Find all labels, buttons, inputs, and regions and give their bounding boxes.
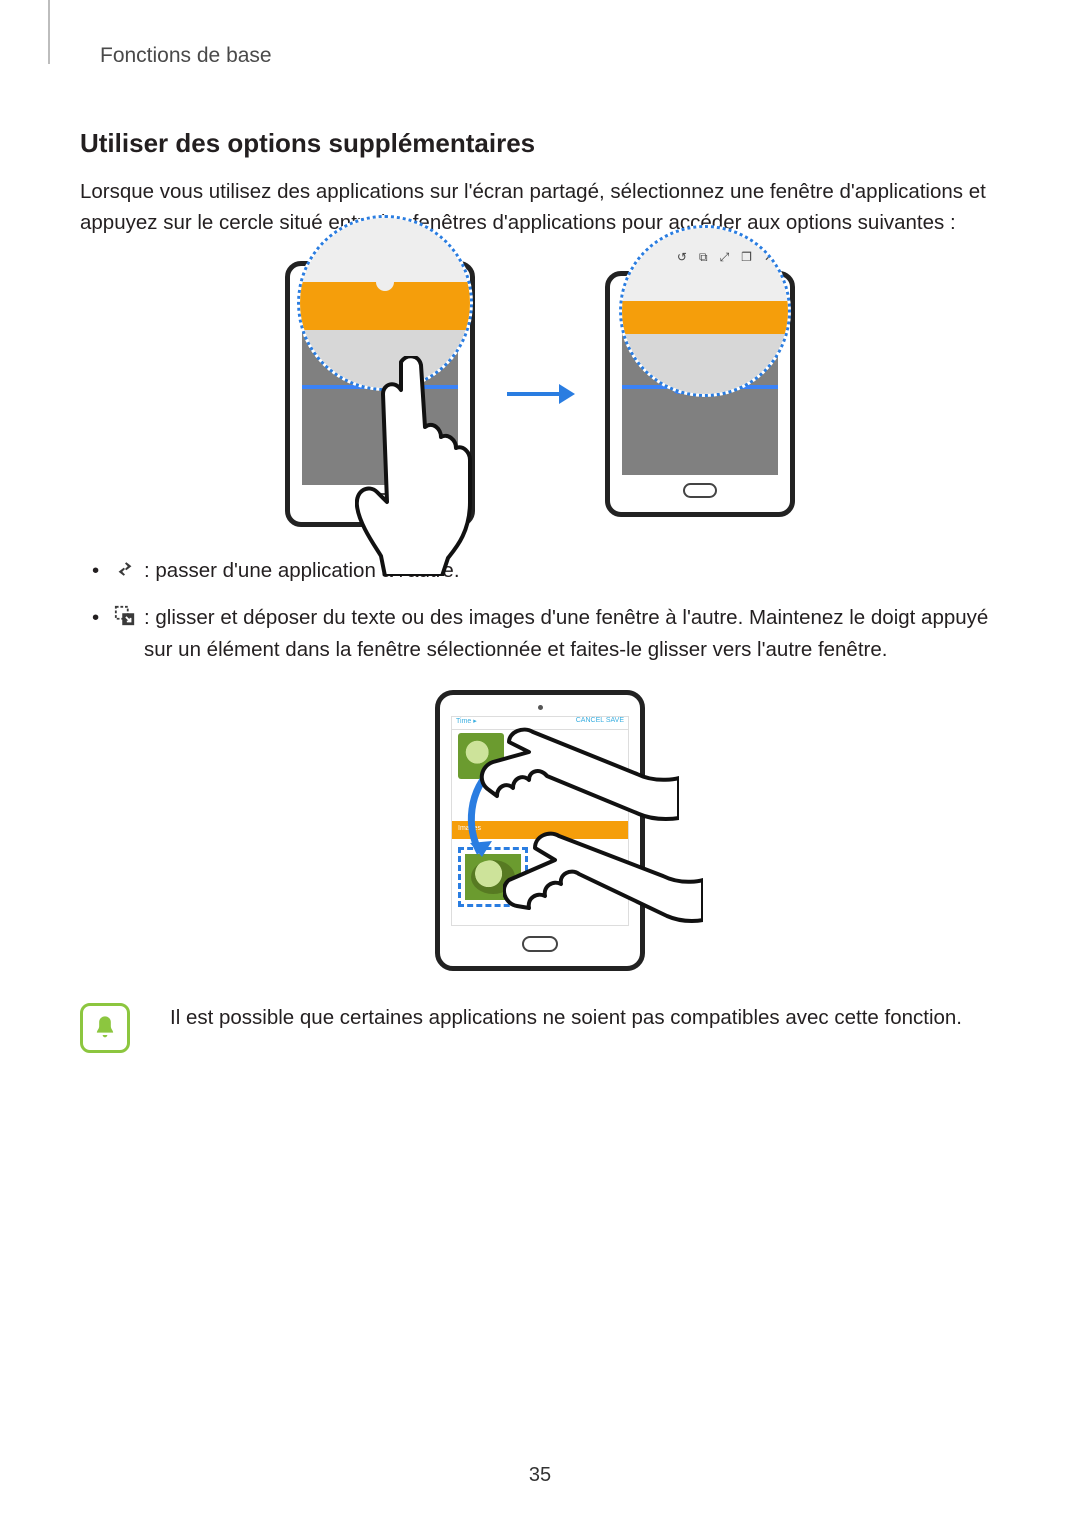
section-name: Fonctions de base xyxy=(100,44,1000,68)
close-mini-icon: ✕ xyxy=(764,250,774,265)
options-list: : passer d'une application à l'autre. : … xyxy=(80,555,1000,666)
note-bell-icon xyxy=(80,1003,130,1053)
arrow-right-icon xyxy=(505,379,575,409)
hand-pointer-icon xyxy=(355,356,485,576)
swap-mini-icon: ↺ xyxy=(677,250,687,265)
tablet-right: ↺ ⧉ ⤢ ❐ ✕ xyxy=(605,271,795,517)
swap-icon xyxy=(114,558,136,580)
hand-lower-icon xyxy=(503,830,703,950)
option-drag: : glisser et déposer du texte ou des ima… xyxy=(84,602,1000,666)
subheading: Utiliser des options supplémentaires xyxy=(80,128,1000,159)
option-drag-text: : glisser et déposer du texte ou des ima… xyxy=(144,606,988,661)
page-number: 35 xyxy=(0,1464,1080,1487)
figure-split-options: ↺ ⧉ ⤢ ❐ ✕ xyxy=(80,261,1000,527)
header-rule xyxy=(48,0,50,64)
intro-paragraph: Lorsque vous utilisez des applications s… xyxy=(80,177,1000,239)
figure-drag-drop: Time ▸ CANCEL SAVE Images xyxy=(80,690,1000,971)
fig2-title: Time ▸ xyxy=(456,717,477,729)
drag-drop-icon xyxy=(114,605,136,627)
drag-mini-icon: ⧉ xyxy=(699,250,708,265)
hand-upper-icon xyxy=(479,718,679,838)
expand-mini-icon: ⤢ xyxy=(720,250,730,265)
pip-mini-icon: ❐ xyxy=(741,250,752,265)
note-text: Il est possible que certaines applicatio… xyxy=(170,1003,962,1034)
note-box: Il est possible que certaines applicatio… xyxy=(80,1003,1000,1053)
zoom-bubble-right: ↺ ⧉ ⤢ ❐ ✕ xyxy=(619,225,791,397)
option-swap: : passer d'une application à l'autre. xyxy=(84,555,1000,587)
